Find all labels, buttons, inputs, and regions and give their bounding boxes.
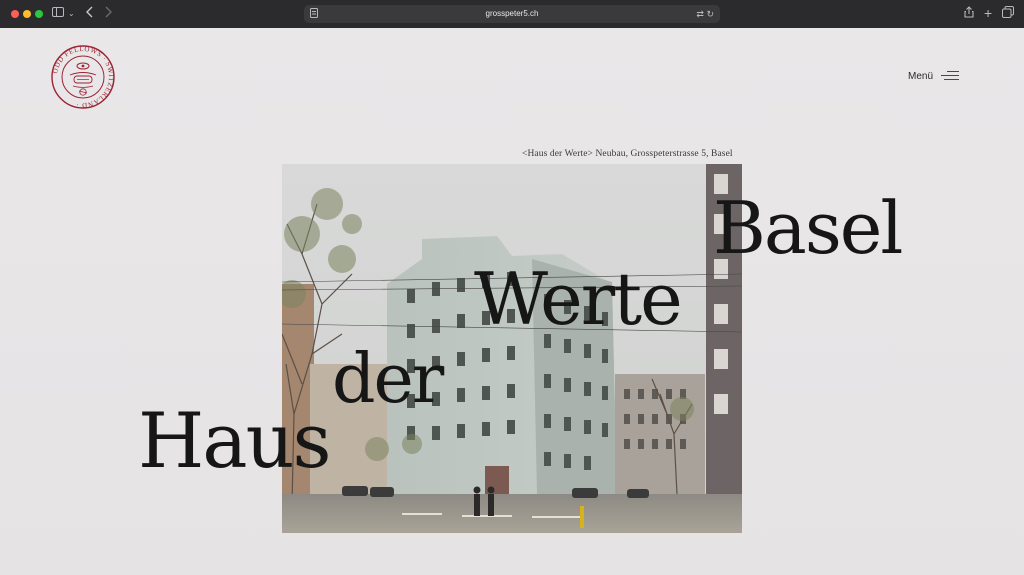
close-window-button[interactable] xyxy=(11,10,19,18)
chevron-down-icon[interactable]: ⌄ xyxy=(68,6,75,22)
site-logo[interactable]: ODD FELLOWS · SWITZERLAND · xyxy=(50,44,116,110)
browser-toolbar: ⌄ grosspeter5.ch ⇄ ↻ + xyxy=(0,0,1024,28)
zoom-window-button[interactable] xyxy=(35,10,43,18)
forward-icon[interactable] xyxy=(104,6,112,22)
new-tab-icon[interactable]: + xyxy=(984,6,992,20)
share-icon[interactable] xyxy=(964,6,974,22)
web-page: ODD FELLOWS · SWITZERLAND · Menü <Haus d… xyxy=(0,28,1024,575)
minimize-window-button[interactable] xyxy=(23,10,31,18)
hero-title-word-der: der xyxy=(332,340,444,419)
hero-title-word-basel: Basel xyxy=(713,186,903,270)
hamburger-icon xyxy=(941,71,960,81)
sidebar-icon[interactable] xyxy=(52,6,64,22)
hero-caption: <Haus der Werte> Neubau, Grosspeterstras… xyxy=(522,149,733,159)
address-bar[interactable]: grosspeter5.ch ⇄ ↻ xyxy=(304,5,720,23)
back-icon[interactable] xyxy=(86,6,94,22)
menu-label: Menü xyxy=(908,70,934,82)
odd-fellows-seal-icon: ODD FELLOWS · SWITZERLAND · xyxy=(51,45,115,109)
hero-title-word-haus: Haus xyxy=(138,396,332,485)
tab-overview-icon[interactable] xyxy=(1002,6,1014,22)
hero-title-word-werte: Werte xyxy=(474,257,683,341)
url-text: grosspeter5.ch xyxy=(485,9,539,18)
reload-icon[interactable]: ↻ xyxy=(706,9,714,19)
translate-icon[interactable]: ⇄ xyxy=(696,9,704,19)
menu-button[interactable]: Menü xyxy=(908,68,960,84)
